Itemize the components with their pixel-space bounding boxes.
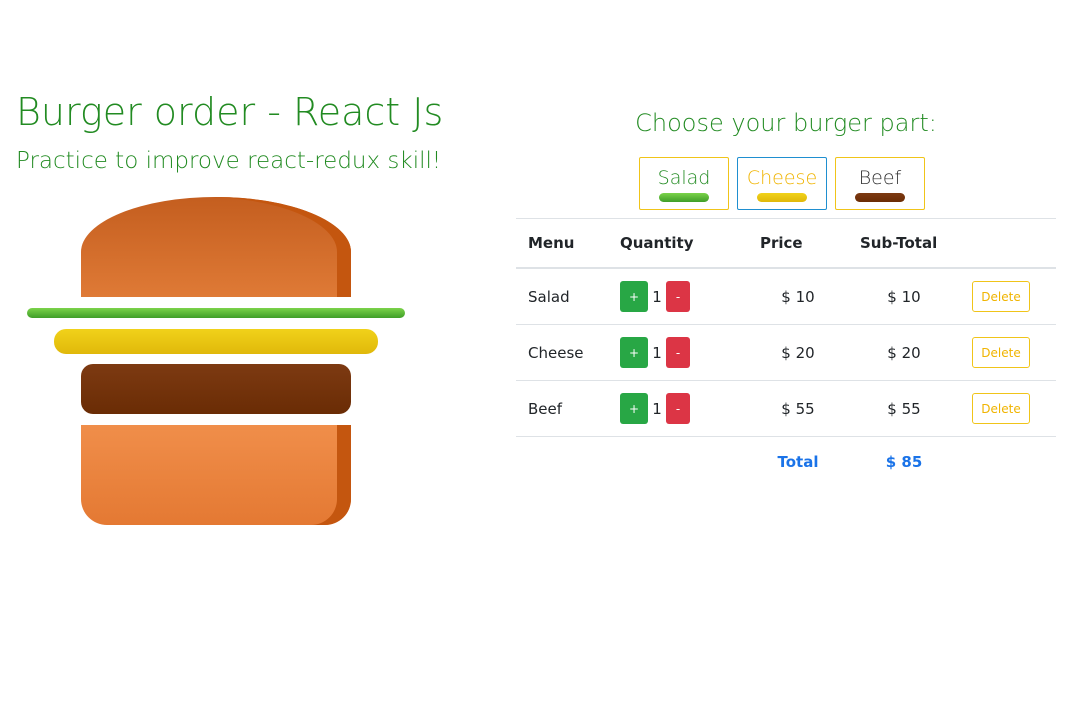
header-price: Price [748,218,848,269]
table-row: Cheese + 1 - $ 20 $ 20 Delete [516,324,1056,381]
part-label-beef: Beef [858,167,902,189]
burger-preview-panel: Burger order - React Js Practice to impr… [0,0,500,715]
row-quantity-cell: + 1 - [608,267,748,325]
quantity-stepper: + 1 - [620,281,736,312]
header-actions [960,218,1056,269]
row-menu: Salad [516,267,608,325]
part-card-salad[interactable]: Salad [639,157,729,210]
page-title: Burger order - React Js [16,90,444,134]
order-table: Menu Quantity Price Sub-Total Salad + 1 … [516,218,1056,487]
quantity-value: 1 [652,287,662,306]
page: Burger order - React Js Practice to impr… [0,0,1072,715]
cheese-swatch-icon [757,193,807,202]
row-price: $ 55 [748,380,848,437]
part-selector: Salad Cheese Beef [639,157,925,210]
quantity-stepper: + 1 - [620,337,736,368]
row-actions: Delete [960,324,1056,381]
part-card-cheese[interactable]: Cheese [737,157,827,210]
table-header-row: Menu Quantity Price Sub-Total [516,218,1056,269]
table-row: Salad + 1 - $ 10 $ 10 Delete [516,267,1056,325]
table-row: Beef + 1 - $ 55 $ 55 Delete [516,380,1056,437]
row-subtotal: $ 10 [848,267,960,325]
increase-button[interactable]: + [620,337,648,368]
delete-button[interactable]: Delete [972,393,1030,424]
row-quantity-cell: + 1 - [608,380,748,437]
row-subtotal: $ 20 [848,324,960,381]
quantity-value: 1 [652,343,662,362]
row-price: $ 10 [748,267,848,325]
row-menu: Beef [516,380,608,437]
decrease-button[interactable]: - [666,393,690,424]
row-quantity-cell: + 1 - [608,324,748,381]
burger-bread-bottom [81,425,351,525]
decrease-button[interactable]: - [666,337,690,368]
increase-button[interactable]: + [620,281,648,312]
delete-button[interactable]: Delete [972,281,1030,312]
total-spacer [516,436,608,487]
row-price: $ 20 [748,324,848,381]
total-row: Total $ 85 [516,436,1056,487]
row-actions: Delete [960,267,1056,325]
decrease-button[interactable]: - [666,281,690,312]
total-value: $ 85 [848,436,960,487]
header-menu: Menu [516,218,608,269]
burger-bread-top [81,197,351,297]
choose-part-title: Choose your burger part: [635,109,937,137]
row-actions: Delete [960,380,1056,437]
beef-swatch-icon [855,193,905,202]
quantity-stepper: + 1 - [620,393,736,424]
burger-salad-layer [27,308,405,318]
total-spacer [960,436,1056,487]
total-label: Total [748,436,848,487]
header-subtotal: Sub-Total [848,218,960,269]
total-spacer [608,436,748,487]
quantity-value: 1 [652,399,662,418]
row-menu: Cheese [516,324,608,381]
part-label-cheese: Cheese [746,167,818,189]
increase-button[interactable]: + [620,393,648,424]
page-subtitle: Practice to improve react-redux skill! [16,148,442,174]
burger-cheese-layer [54,329,378,354]
row-subtotal: $ 55 [848,380,960,437]
burger-beef-layer [81,364,351,414]
part-card-beef[interactable]: Beef [835,157,925,210]
part-label-salad: Salad [657,167,711,189]
salad-swatch-icon [659,193,709,202]
delete-button[interactable]: Delete [972,337,1030,368]
header-quantity: Quantity [608,218,748,269]
order-panel: Choose your burger part: Salad Cheese Be… [516,0,1056,715]
